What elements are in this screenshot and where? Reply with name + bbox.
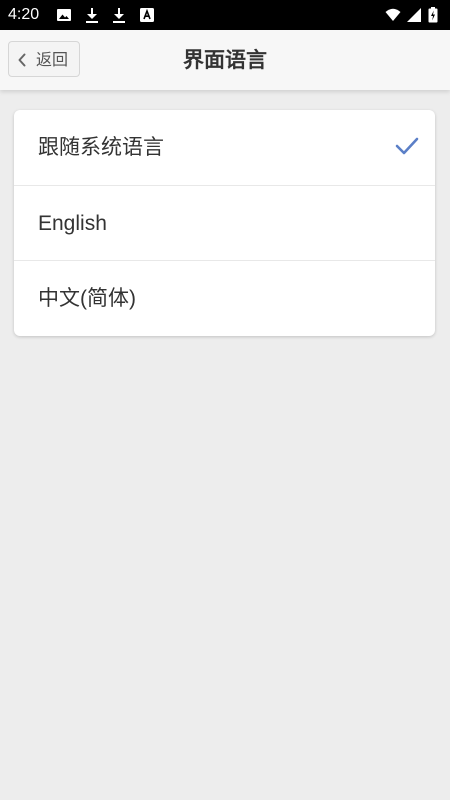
option-follow-system[interactable]: 跟随系统语言: [14, 110, 435, 185]
wifi-icon: [385, 7, 401, 23]
option-english[interactable]: English: [14, 185, 435, 260]
download-icon: [111, 7, 127, 23]
checkmark-icon: [395, 136, 419, 156]
language-options-list: 跟随系统语言 English 中文(简体): [14, 110, 435, 336]
option-label: 跟随系统语言: [38, 136, 164, 159]
status-time: 4:20: [8, 6, 40, 23]
status-bar: 4:20: [0, 0, 450, 30]
download-icon: [84, 7, 100, 23]
option-label: English: [38, 212, 107, 235]
option-label: 中文(简体): [38, 287, 136, 310]
signal-icon: [406, 7, 422, 23]
image-icon: [56, 7, 72, 23]
option-chinese-simplified[interactable]: 中文(简体): [14, 260, 435, 335]
navigation-bar: 返回 界面语言: [0, 30, 450, 90]
battery-icon: [428, 7, 438, 23]
page-title: 界面语言: [183, 48, 267, 72]
font-icon: [139, 7, 155, 23]
